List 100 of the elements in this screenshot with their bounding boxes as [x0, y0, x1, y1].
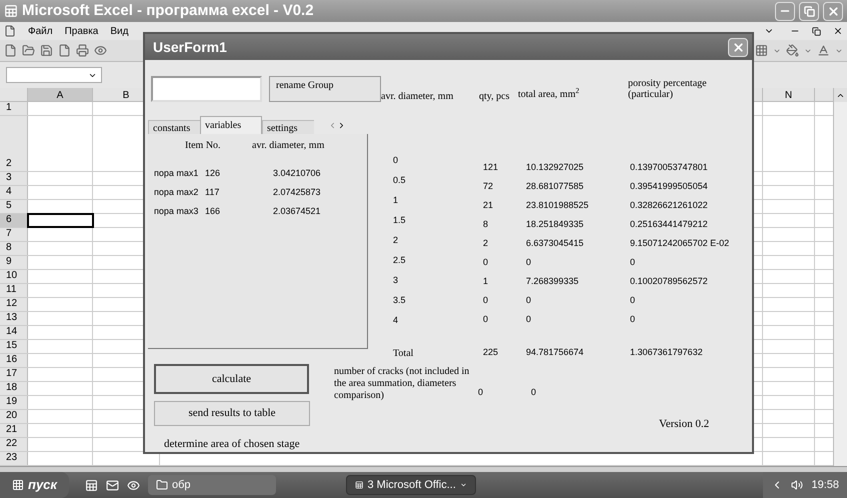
- folder-icon[interactable]: [22, 44, 35, 57]
- row-header[interactable]: 6: [0, 214, 28, 227]
- excel-icon: [355, 479, 364, 491]
- table-cell-text: 0.25163441479212: [630, 218, 708, 231]
- column-header: qty, pcs: [479, 91, 510, 102]
- preview-icon[interactable]: [94, 44, 107, 57]
- row-header[interactable]: 1: [0, 102, 28, 115]
- table-cell-text: 0: [531, 386, 538, 399]
- table-cell-text: 72: [483, 180, 494, 193]
- table-cell-text: 3: [393, 274, 400, 287]
- table-cell-text: 7.268399335: [526, 274, 580, 288]
- row-header[interactable]: 7: [0, 228, 28, 241]
- calculate-button[interactable]: calculate: [154, 364, 309, 394]
- row-header[interactable]: 2: [0, 116, 28, 171]
- borders-icon[interactable]: [755, 44, 768, 57]
- row-header[interactable]: 14: [0, 326, 28, 339]
- row-header[interactable]: 21: [0, 424, 28, 437]
- new-file-icon[interactable]: [4, 44, 17, 57]
- cracks-label: number of cracks (not included in the area summation, diameters comparison): [334, 365, 470, 403]
- table-cell-text: 2: [393, 234, 400, 247]
- save-icon[interactable]: [40, 44, 53, 57]
- start-button[interactable]: пуск: [0, 472, 69, 498]
- close-button[interactable]: [728, 38, 748, 56]
- total-label: Total: [393, 347, 414, 361]
- tab[interactable]: settings: [262, 120, 314, 134]
- table-cell-text: 2.5: [393, 254, 407, 267]
- cell[interactable]: [28, 214, 93, 227]
- send-results-button[interactable]: send results to table: [154, 401, 310, 426]
- table-cell-text: 8: [483, 218, 490, 231]
- tab-scroll-right-icon[interactable]: [337, 121, 346, 130]
- document-icon[interactable]: [4, 25, 16, 37]
- font-color-icon[interactable]: [817, 44, 830, 57]
- row-header[interactable]: 16: [0, 354, 28, 367]
- table-cell-text: 1.3067361797632: [630, 346, 703, 359]
- row-header[interactable]: 4: [0, 186, 28, 199]
- table-cell-text: 18.251849335: [526, 218, 585, 231]
- restore-icon: [804, 6, 814, 16]
- table-cell-text: 0: [483, 256, 490, 269]
- table-cell-text: 9.15071242065702 E-02: [630, 236, 730, 250]
- row-header[interactable]: 18: [0, 382, 28, 395]
- table-cell-text: пора max2: [154, 186, 200, 200]
- dialog-title: UserForm1: [153, 38, 227, 56]
- row-header[interactable]: 13: [0, 312, 28, 325]
- menu-item[interactable]: Файл: [28, 24, 53, 38]
- table-cell-text: пора max1: [154, 167, 200, 180]
- restore-icon[interactable]: [812, 26, 821, 36]
- scroll-up-button[interactable]: [834, 88, 847, 102]
- table-cell-text: 126: [205, 167, 222, 180]
- table-cell-text: 0: [526, 294, 532, 307]
- table-cell-text: 0.5: [393, 174, 407, 187]
- restore-button[interactable]: [799, 2, 819, 20]
- column-header[interactable]: A: [28, 88, 93, 101]
- clock: 19:58: [811, 478, 839, 493]
- row-header[interactable]: 12: [0, 298, 28, 311]
- vertical-scrollbar[interactable]: [833, 88, 847, 466]
- row-header[interactable]: 9: [0, 256, 28, 269]
- tab[interactable]: variables: [200, 116, 262, 134]
- app-icon[interactable]: [127, 478, 140, 492]
- menu-item[interactable]: Вид: [110, 24, 128, 38]
- table-cell-text: 10.132927025: [526, 160, 585, 174]
- row-header[interactable]: 5: [0, 200, 28, 213]
- file-icon[interactable]: [58, 44, 71, 57]
- taskbar-button[interactable]: обр: [148, 475, 276, 495]
- row-header[interactable]: 20: [0, 410, 28, 423]
- table-cell-text: 0: [630, 312, 636, 326]
- tab[interactable]: constants: [148, 120, 200, 134]
- menu-item[interactable]: Правка: [64, 24, 98, 38]
- close-button[interactable]: [823, 2, 843, 20]
- row-header[interactable]: 23: [0, 452, 28, 465]
- column-header: porosity percentage (particular): [628, 78, 708, 102]
- table-cell-text: 0: [483, 312, 490, 326]
- row-header[interactable]: 19: [0, 396, 28, 409]
- row-header[interactable]: 11: [0, 284, 28, 297]
- table-cell-text: 0: [478, 386, 484, 399]
- printer-icon[interactable]: [76, 44, 89, 57]
- table-cell-text: 94.781756674: [526, 346, 585, 359]
- row-header[interactable]: 15: [0, 340, 28, 353]
- close-icon[interactable]: [833, 26, 843, 36]
- table-cell-text: 117: [205, 186, 220, 200]
- excel-icon[interactable]: [85, 478, 98, 492]
- column-header[interactable]: N: [763, 88, 815, 101]
- rename-button[interactable]: rename Group: [269, 76, 381, 102]
- group-name-field[interactable]: [151, 76, 262, 102]
- row-header[interactable]: 8: [0, 242, 28, 255]
- table-cell-text: 28.681077585: [526, 180, 585, 193]
- table-cell-text: 1: [483, 274, 490, 288]
- minimize-button[interactable]: [775, 2, 795, 20]
- volume-icon[interactable]: [791, 479, 804, 491]
- mail-icon[interactable]: [106, 478, 119, 492]
- fill-color-icon[interactable]: [786, 44, 799, 57]
- row-header[interactable]: 3: [0, 172, 28, 185]
- row-header[interactable]: 10: [0, 270, 28, 283]
- taskbar-button[interactable]: 3 Microsoft Offic...: [346, 475, 476, 495]
- row-header[interactable]: 17: [0, 368, 28, 381]
- table-cell-text: 0: [526, 312, 532, 326]
- row-header[interactable]: 22: [0, 438, 28, 451]
- windows-icon: [12, 479, 24, 491]
- table-cell-text: 0: [630, 294, 636, 307]
- table-cell-text: 6.6373045415: [526, 236, 585, 250]
- table-cell-text: 0: [483, 294, 490, 307]
